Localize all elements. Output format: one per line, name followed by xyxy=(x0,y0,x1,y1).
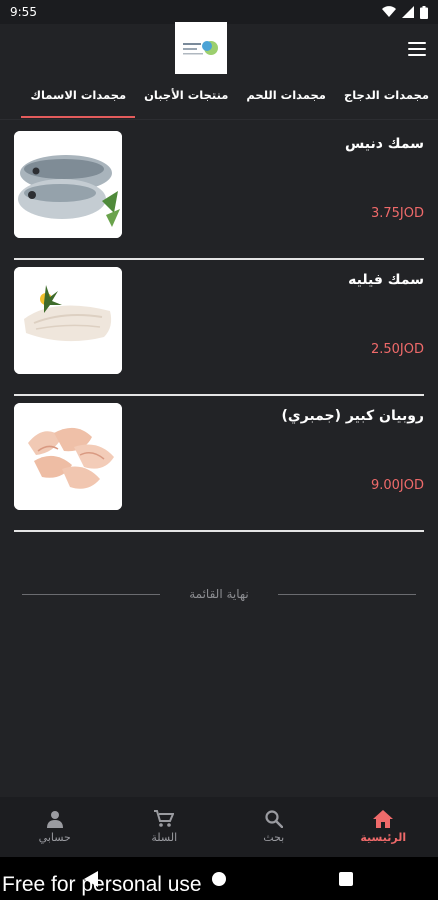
store-logo[interactable] xyxy=(175,22,227,74)
product-card[interactable]: سمك فيليه 2.50JOD xyxy=(14,260,424,396)
status-bar: 9:55 xyxy=(0,0,438,24)
watermark-text: Free for personal use xyxy=(2,873,202,896)
hamburger-menu-icon[interactable] xyxy=(408,42,426,56)
bottom-nav: الرئيسية بحث السلة حسابي xyxy=(0,797,438,857)
nav-search-label: بحث xyxy=(263,831,285,844)
status-time: 9:55 xyxy=(10,5,37,19)
cart-icon xyxy=(154,810,175,827)
logo-icon xyxy=(183,41,218,55)
tab-chicken[interactable]: مجمدات الدجاج xyxy=(335,82,438,118)
tab-fish[interactable]: مجمدات الاسماك xyxy=(21,82,135,118)
nav-home-label: الرئيسية xyxy=(360,831,407,844)
divider xyxy=(22,593,160,595)
recents-icon[interactable] xyxy=(338,871,354,887)
home-icon xyxy=(373,810,394,828)
tab-cheese[interactable]: منتجات الأجبان xyxy=(135,82,237,118)
signal-icon xyxy=(402,6,414,18)
product-name: سمك فيليه xyxy=(348,272,424,288)
product-price: 9.00JOD xyxy=(370,478,424,493)
product-list: سمك دنيس 3.75JOD سمك فيليه 2.50JOD روبيا… xyxy=(14,124,424,532)
end-of-list-text: نهاية القائمة xyxy=(189,587,249,601)
product-price: 3.75JOD xyxy=(370,206,424,221)
app-header xyxy=(0,22,438,82)
nav-account-label: حسابي xyxy=(38,831,71,844)
status-icons xyxy=(382,5,428,19)
fish-fillet-image xyxy=(14,267,122,374)
end-of-list: نهاية القائمة xyxy=(22,584,416,604)
tab-meat[interactable]: مجمدات اللحم xyxy=(237,82,335,118)
search-icon xyxy=(265,810,283,828)
product-card[interactable]: روبيان كبير (جمبري) 9.00JOD xyxy=(14,396,424,532)
nav-account[interactable]: حسابي xyxy=(0,797,110,857)
battery-icon xyxy=(420,5,428,19)
product-name: روبيان كبير (جمبري) xyxy=(281,408,425,424)
sea-bream-fish-image xyxy=(14,131,122,238)
nav-cart-label: السلة xyxy=(151,831,178,844)
nav-cart[interactable]: السلة xyxy=(110,797,220,857)
divider xyxy=(277,593,416,595)
product-card[interactable]: سمك دنيس 3.75JOD xyxy=(14,124,424,260)
wifi-icon xyxy=(382,6,396,18)
category-tabs: مجمدات الدجاج مجمدات اللحم منتجات الأجبا… xyxy=(0,82,438,120)
nav-search[interactable]: بحث xyxy=(219,797,329,857)
home-circle-icon[interactable] xyxy=(211,871,227,887)
nav-home[interactable]: الرئيسية xyxy=(329,797,438,857)
product-name: سمك دنيس xyxy=(344,136,424,152)
product-price: 2.50JOD xyxy=(370,342,424,357)
shrimp-image xyxy=(14,403,122,510)
account-icon xyxy=(46,811,63,828)
